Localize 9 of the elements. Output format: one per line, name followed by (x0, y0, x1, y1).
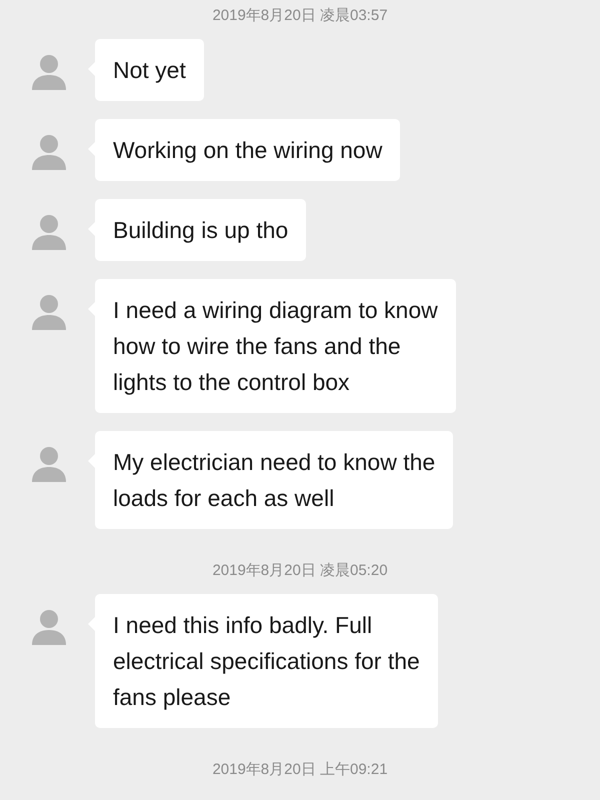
timestamp: 2019年8月20日 上午09:21 (212, 760, 388, 779)
avatar-icon[interactable] (30, 608, 68, 646)
avatar-icon[interactable] (30, 213, 68, 251)
avatar-icon[interactable] (30, 53, 68, 91)
avatar-icon[interactable] (30, 133, 68, 171)
timestamp: 2019年8月20日 凌晨05:20 (212, 561, 388, 580)
avatar-icon[interactable] (30, 293, 68, 331)
timestamp: 2019年8月20日 凌晨03:57 (212, 6, 388, 25)
avatar-icon[interactable] (30, 445, 68, 483)
